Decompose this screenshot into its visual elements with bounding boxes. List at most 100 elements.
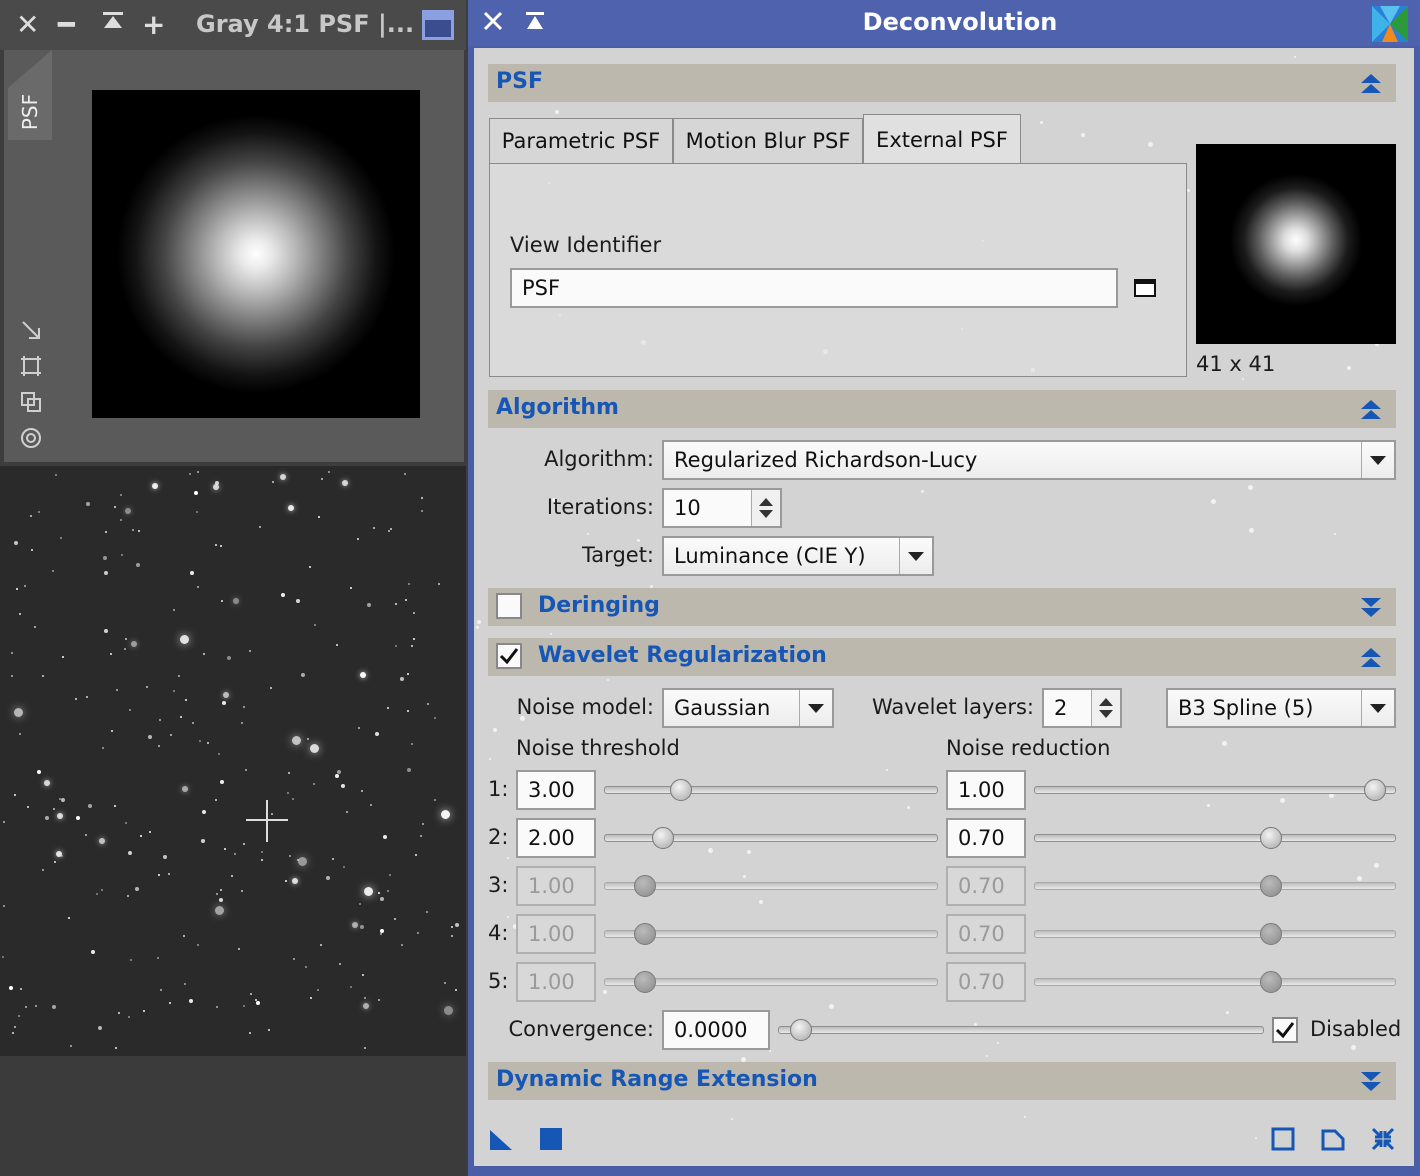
psf-preview-image — [1196, 144, 1396, 344]
slider-handle[interactable] — [1260, 827, 1282, 849]
star — [199, 740, 201, 742]
spin-arrows-icon[interactable] — [751, 490, 780, 526]
slider-handle[interactable] — [1364, 779, 1386, 801]
window-icon[interactable] — [422, 10, 454, 40]
star — [309, 566, 311, 568]
dialog-title: Deconvolution — [862, 8, 1058, 36]
star — [388, 530, 390, 532]
algorithm-label: Algorithm: — [544, 447, 654, 471]
psf-section-bar[interactable]: PSF — [488, 64, 1396, 102]
star — [394, 918, 396, 920]
expand-down-icon[interactable] — [1358, 594, 1384, 620]
star — [12, 1032, 14, 1034]
wavelet-checkbox[interactable] — [496, 643, 522, 669]
noise-threshold-slider[interactable] — [604, 786, 938, 794]
select-view-icon[interactable] — [1134, 278, 1156, 298]
view-identifier-input[interactable]: PSF — [510, 268, 1118, 308]
star — [61, 798, 65, 802]
scaling-function-select[interactable]: B3 Spline (5) — [1166, 688, 1396, 728]
dynamic-range-section-bar[interactable]: Dynamic Range Extension — [488, 1062, 1396, 1100]
background-speckle — [555, 110, 559, 114]
star — [53, 808, 55, 810]
noise-threshold-input[interactable]: 3.00 — [516, 770, 596, 810]
wavelet-layers-spinbox[interactable]: 2 — [1042, 688, 1122, 728]
background-speckle — [1222, 741, 1227, 746]
disabled-checkbox[interactable] — [1272, 1017, 1298, 1043]
slider-handle[interactable] — [790, 1019, 812, 1041]
slider-handle[interactable] — [670, 779, 692, 801]
reset-icon[interactable] — [1270, 1126, 1296, 1152]
noise-reduction-slider[interactable] — [1034, 786, 1396, 794]
crosshair-cursor — [266, 800, 268, 842]
background-speckle — [1351, 1045, 1356, 1050]
star — [114, 506, 116, 508]
star — [455, 923, 459, 927]
algorithm-select[interactable]: Regularized Richardson-Lucy — [662, 440, 1396, 480]
star — [420, 835, 422, 837]
algorithm-section-bar[interactable]: Algorithm — [488, 390, 1396, 428]
star — [341, 784, 345, 788]
star — [168, 873, 170, 875]
slider-handle[interactable] — [652, 827, 674, 849]
star — [243, 1005, 245, 1007]
slider-handle — [634, 875, 656, 897]
browse-documentation-icon[interactable] — [1320, 1126, 1346, 1152]
tab-parametric-psf[interactable]: Parametric PSF — [489, 118, 673, 164]
deringing-section-bar[interactable]: Deringing — [488, 588, 1396, 626]
minimize-icon[interactable]: ━ — [58, 8, 75, 42]
collapse-up-icon[interactable] — [1358, 396, 1384, 422]
clone-icon[interactable] — [18, 390, 44, 416]
collapse-up-icon[interactable] — [1358, 70, 1384, 96]
maximize-icon[interactable]: + — [142, 8, 165, 42]
background-speckle — [1255, 1137, 1257, 1139]
apply-global-icon[interactable] — [538, 1126, 564, 1152]
deringing-checkbox[interactable] — [496, 593, 522, 619]
algorithm-select-value: Regularized Richardson-Lucy — [674, 448, 978, 472]
noise-model-select[interactable]: Gaussian — [662, 688, 834, 728]
new-instance-icon[interactable] — [488, 1126, 514, 1152]
star — [360, 925, 364, 929]
noise-reduction-slider[interactable] — [1034, 834, 1396, 842]
close-icon[interactable]: ✕ — [16, 8, 39, 42]
tab-motion-blur-psf[interactable]: Motion Blur PSF — [673, 118, 863, 164]
star — [101, 889, 103, 891]
fit-view-icon[interactable] — [18, 354, 44, 380]
background-speckle — [1248, 485, 1253, 490]
spin-arrows-icon[interactable] — [1091, 690, 1120, 726]
star-field-image[interactable] — [0, 466, 466, 1056]
star — [25, 1006, 27, 1008]
star — [363, 1003, 369, 1009]
wavelet-section-bar[interactable]: Wavelet Regularization — [488, 638, 1396, 676]
noise-reduction-input[interactable]: 0.70 — [946, 818, 1026, 858]
convergence-slider[interactable] — [778, 1026, 1264, 1034]
star — [318, 516, 320, 518]
star — [85, 834, 87, 836]
target-icon[interactable] — [18, 426, 44, 452]
noise-threshold-input[interactable]: 2.00 — [516, 818, 596, 858]
expand-down-icon[interactable] — [1358, 1068, 1384, 1094]
psf-view-tab-label: PSF — [17, 93, 42, 131]
background-speckle — [1357, 876, 1362, 881]
star — [70, 1045, 72, 1047]
star — [104, 629, 108, 633]
shade-icon[interactable] — [100, 8, 126, 42]
star — [11, 652, 13, 654]
star — [285, 880, 287, 882]
collapse-all-icon[interactable] — [1370, 1126, 1396, 1152]
slider-handle — [1260, 923, 1282, 945]
close-icon[interactable] — [482, 10, 504, 36]
background-speckle — [603, 990, 607, 994]
noise-reduction-input[interactable]: 1.00 — [946, 770, 1026, 810]
iterations-spinbox[interactable]: 10 — [662, 488, 782, 528]
star — [163, 855, 167, 859]
target-select[interactable]: Luminance (CIE Y) — [662, 536, 934, 576]
tab-external-psf[interactable]: External PSF — [863, 114, 1021, 164]
shade-icon[interactable] — [524, 10, 546, 36]
star — [332, 858, 334, 860]
background-speckle — [708, 848, 713, 853]
star — [395, 645, 397, 647]
star — [427, 703, 429, 705]
resize-icon[interactable] — [18, 318, 44, 344]
convergence-input[interactable]: 0.0000 — [662, 1010, 770, 1050]
collapse-up-icon[interactable] — [1358, 644, 1384, 670]
